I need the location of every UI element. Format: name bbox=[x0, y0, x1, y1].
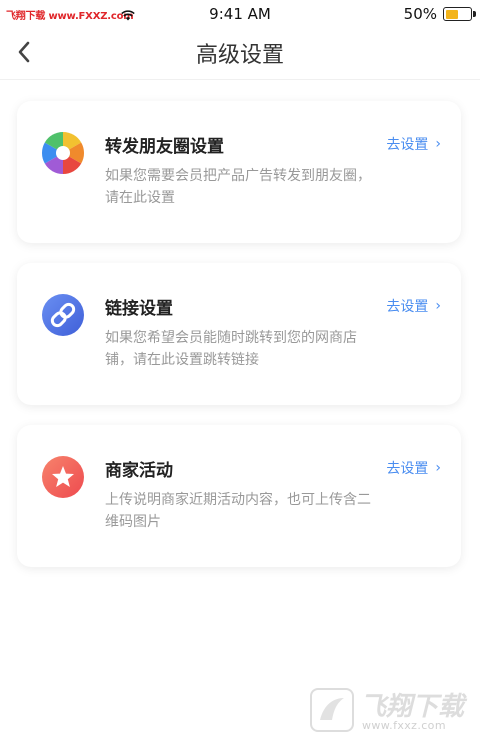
chevron-right-icon: › bbox=[435, 298, 441, 314]
card-title: 链接设置 bbox=[105, 299, 173, 319]
aperture-icon bbox=[41, 131, 85, 175]
card-description: 如果您需要会员把产品广告转发到朋友圈，请在此设置 bbox=[105, 168, 371, 206]
page-title: 高级设置 bbox=[195, 43, 284, 68]
chevron-right-icon: › bbox=[435, 460, 441, 476]
go-settings-label: 去设置 bbox=[386, 299, 429, 315]
battery-percent: 50% bbox=[403, 5, 437, 23]
battery-fill bbox=[445, 9, 458, 19]
go-settings-button[interactable]: 去设置 › bbox=[386, 296, 441, 316]
card-merchant-activity[interactable]: 商家活动 上传说明商家近期活动内容，也可上传含二维码图片 去设置 › bbox=[17, 425, 461, 567]
card-link-settings[interactable]: 链接设置 如果您希望会员能随时跳转到您的网商店铺，请在此设置跳转链接 去设置 › bbox=[17, 263, 461, 405]
nav-bar: 高级设置 bbox=[0, 28, 480, 80]
star-icon bbox=[41, 455, 85, 499]
card-moments-settings[interactable]: 转发朋友圈设置 如果您需要会员把产品广告转发到朋友圈，请在此设置 去设置 › bbox=[17, 101, 461, 243]
watermark-logo-icon bbox=[310, 688, 354, 732]
card-description: 如果您希望会员能随时跳转到您的网商店铺，请在此设置跳转链接 bbox=[105, 330, 357, 368]
watermark-title: 飞翔下载 bbox=[360, 692, 465, 722]
go-settings-label: 去设置 bbox=[386, 461, 429, 477]
battery-icon bbox=[443, 7, 472, 21]
battery-nub bbox=[473, 11, 476, 17]
go-settings-button[interactable]: 去设置 › bbox=[386, 458, 441, 478]
go-settings-label: 去设置 bbox=[386, 137, 429, 153]
go-settings-button[interactable]: 去设置 › bbox=[386, 134, 441, 154]
card-title: 转发朋友圈设置 bbox=[105, 137, 224, 157]
card-description: 上传说明商家近期活动内容，也可上传含二维码图片 bbox=[105, 492, 371, 530]
link-icon bbox=[41, 293, 85, 337]
watermark: 飞翔下载 www.fxxz.com bbox=[310, 686, 468, 734]
chevron-right-icon: › bbox=[435, 136, 441, 152]
card-title: 商家活动 bbox=[105, 461, 173, 481]
status-bar: 飞翔下载 www.FXXZ.com 9:41 AM 50% bbox=[0, 0, 480, 28]
watermark-url: www.fxxz.com bbox=[362, 719, 446, 732]
